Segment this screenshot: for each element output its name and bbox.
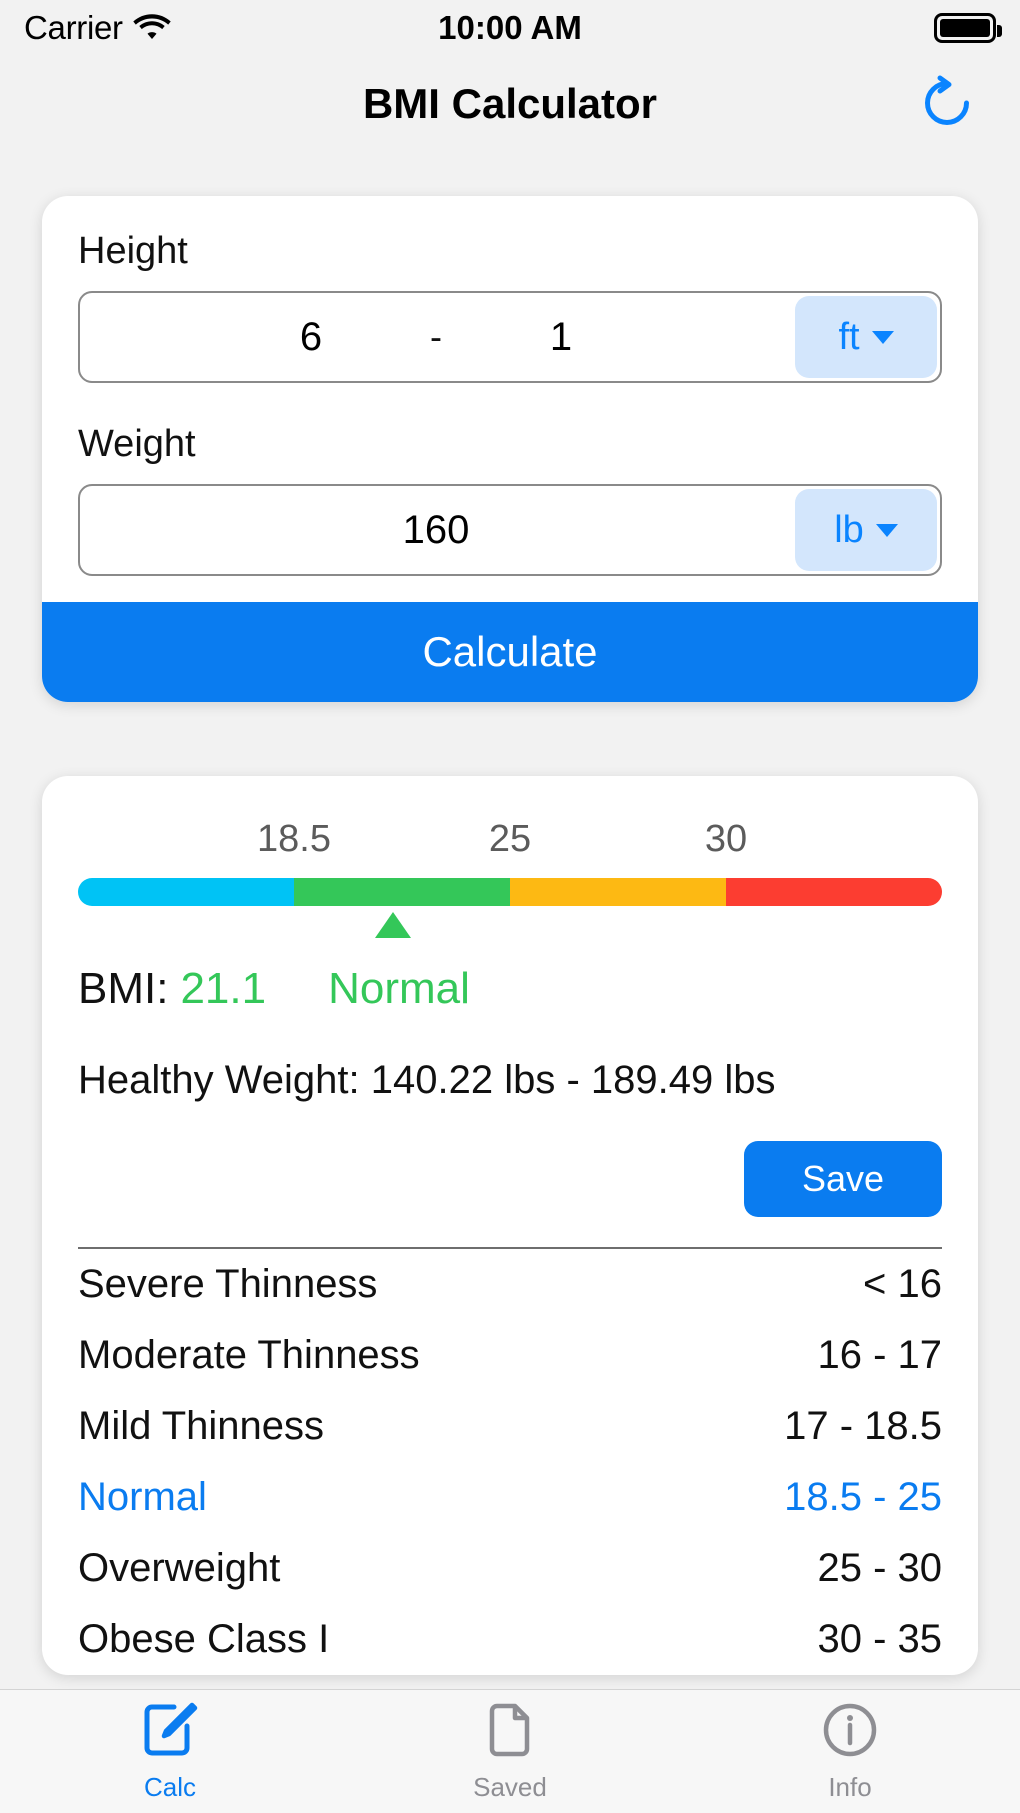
weight-unit-label: lb — [834, 508, 864, 551]
result-card-body: 18.5 25 30 BMI: 21.1 Normal Healthy Weight… — [42, 776, 978, 1675]
input-card: Height - ft Weight — [42, 196, 978, 702]
app-screen: Carrier 10:00 AM BMI Calculator Height 6… — [0, 0, 1020, 1813]
scale-segment-underweight — [78, 878, 294, 906]
category-name: Severe Thinness — [78, 1262, 378, 1306]
weight-values — [80, 486, 792, 574]
refresh-icon — [918, 74, 976, 135]
table-row: Severe Thinness < 16 — [78, 1249, 942, 1320]
scroll-content[interactable]: Height - ft Weight — [0, 152, 1020, 1689]
clock-label: 10:00 AM — [438, 9, 582, 46]
healthy-weight-text: Healthy Weight: 140.22 lbs - 189.49 lbs — [78, 1058, 776, 1102]
tab-calc[interactable]: Calc — [0, 1701, 340, 1803]
battery-fill — [940, 19, 990, 37]
tab-bar: Calc Saved Info — [0, 1689, 1020, 1813]
category-name: Normal — [78, 1475, 207, 1519]
height-label: Height — [78, 230, 188, 272]
scale-segment-overweight — [510, 878, 726, 906]
table-row: Normal 18.5 - 25 — [78, 1462, 942, 1533]
category-range: 25 - 30 — [817, 1546, 942, 1590]
bmi-marker-row — [78, 906, 942, 950]
weight-field-row[interactable]: lb — [78, 484, 942, 576]
category-range: 30 - 35 — [817, 1617, 942, 1661]
height-separator: - — [430, 316, 442, 357]
category-name: Moderate Thinness — [78, 1333, 420, 1377]
bmi-result-value: 21.1 — [180, 964, 267, 1013]
info-circle-icon — [821, 1701, 879, 1764]
tab-saved[interactable]: Saved — [340, 1701, 680, 1803]
category-range: 16 - 17 — [817, 1333, 942, 1377]
category-name: Obese Class I — [78, 1617, 330, 1661]
height-unit-label: ft — [838, 315, 860, 358]
category-range: 17 - 18.5 — [784, 1404, 942, 1448]
battery-full-icon — [934, 13, 1002, 43]
scale-tick-label: 18.5 — [257, 818, 331, 860]
weight-input[interactable] — [306, 507, 566, 553]
category-range: 18.5 - 25 — [784, 1475, 942, 1519]
calculate-button[interactable]: Calculate — [42, 602, 978, 702]
scale-segment-obese — [726, 878, 942, 906]
bmi-marker-icon — [375, 912, 412, 938]
table-row: Mild Thinness 17 - 18.5 — [78, 1391, 942, 1462]
field-spacer — [78, 383, 942, 423]
tab-info-label: Info — [828, 1771, 872, 1802]
bmi-scale-bar — [78, 878, 942, 906]
tab-info[interactable]: Info — [680, 1701, 1020, 1803]
weight-unit-dropdown[interactable]: lb — [795, 489, 937, 571]
height-values: - — [80, 293, 792, 381]
chevron-down-icon — [871, 330, 894, 344]
refresh-button[interactable] — [916, 73, 978, 135]
document-icon — [481, 1701, 539, 1764]
bmi-category-table: Severe Thinness < 16 Moderate Thinness 16 -… — [78, 1249, 942, 1675]
page-title: BMI Calculator — [362, 80, 658, 127]
tab-saved-label: Saved — [473, 1771, 547, 1802]
navigation-bar: BMI Calculator — [0, 56, 1020, 152]
result-card: 18.5 25 30 BMI: 21.1 Normal Healthy Weight… — [42, 776, 978, 1675]
save-row: Save — [78, 1141, 942, 1217]
weight-label: Weight — [78, 423, 196, 465]
height-unit-dropdown[interactable]: ft — [795, 296, 937, 378]
height-feet-input[interactable] — [216, 314, 406, 360]
chevron-down-icon — [875, 523, 898, 537]
tab-calc-label: Calc — [143, 1771, 196, 1802]
bmi-result-label: BMI: — [78, 964, 169, 1013]
bmi-scale-labels: 18.5 25 30 — [78, 818, 942, 874]
table-row: Overweight 25 - 30 — [78, 1533, 942, 1604]
bmi-result-category: Normal — [328, 964, 470, 1013]
scale-tick-label: 25 — [488, 818, 532, 860]
compose-icon — [141, 1701, 199, 1764]
height-inches-input[interactable] — [466, 314, 656, 360]
input-card-body: Height - ft Weight — [42, 196, 978, 602]
height-field-row[interactable]: - ft — [78, 291, 942, 383]
scale-tick-label: 30 — [704, 818, 748, 860]
save-button[interactable]: Save — [743, 1141, 942, 1217]
table-row: Obese Class I 30 - 35 — [78, 1604, 942, 1675]
category-name: Overweight — [78, 1546, 281, 1590]
scale-segment-normal — [294, 878, 510, 906]
table-row: Moderate Thinness 16 - 17 — [78, 1320, 942, 1391]
status-bar: Carrier 10:00 AM — [0, 0, 1020, 56]
status-bar-right — [934, 13, 1002, 43]
bmi-result-line: BMI: 21.1 Normal — [78, 964, 942, 1014]
category-range: < 16 — [863, 1262, 942, 1306]
category-name: Mild Thinness — [78, 1404, 325, 1448]
